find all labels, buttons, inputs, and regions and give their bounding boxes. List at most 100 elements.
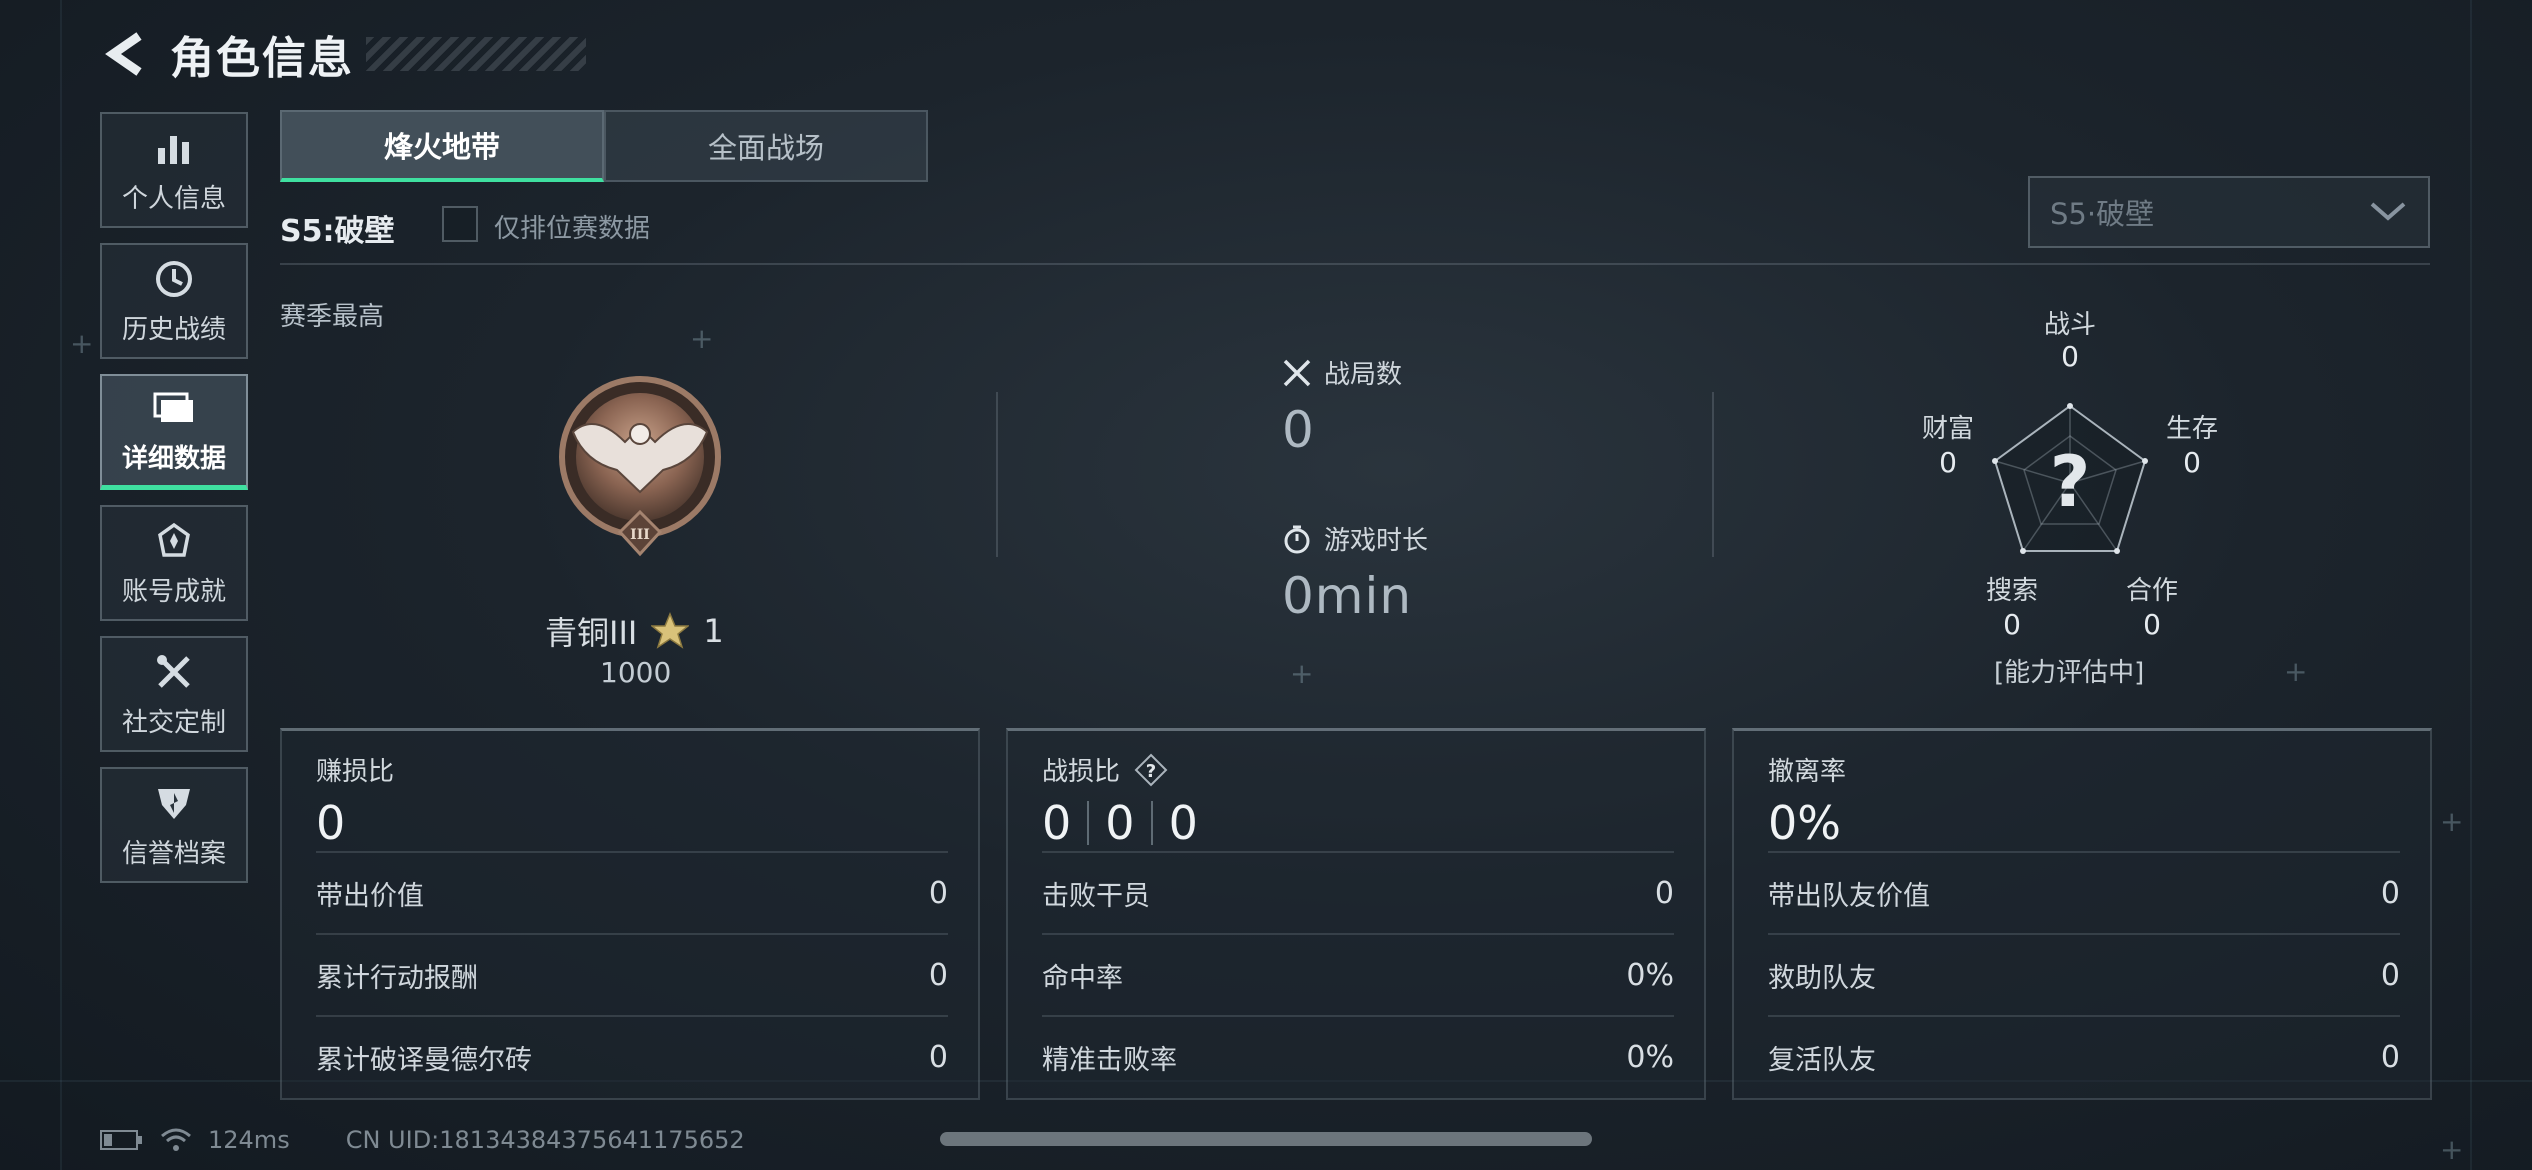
- panel-title: 赚损比: [316, 757, 395, 787]
- stat-row-label: 累计行动报酬: [316, 962, 478, 994]
- rank-stars: 1: [703, 612, 724, 650]
- mode-tabs: 烽火地带 全面战场: [280, 110, 928, 182]
- sidebar-item-history[interactable]: 历史战绩: [100, 243, 248, 359]
- panel-value: 0: [316, 796, 346, 850]
- divider: [1712, 392, 1714, 557]
- panel-value: 0%: [1768, 796, 1841, 850]
- chevron-down-icon: [2370, 202, 2406, 221]
- radar-value-survival: 0: [2183, 446, 2201, 479]
- svg-text:?: ?: [1146, 761, 1156, 782]
- bg-line: [2470, 0, 2472, 1170]
- wifi-icon: [161, 1128, 191, 1151]
- playtime-stat: 游戏时长 0min: [1282, 520, 1428, 625]
- season-best-title: 赛季最高: [280, 302, 385, 332]
- stat-row: 精准击败率 0%: [1042, 1015, 1674, 1097]
- header: 角色信息: [100, 22, 586, 86]
- status-bar: 124ms CN UID:18134384375641175652: [100, 1120, 745, 1160]
- sidebar-item-label: 详细数据: [121, 444, 226, 474]
- sidebar-item-label: 个人信息: [121, 183, 226, 214]
- kd-value-3: 0: [1168, 796, 1198, 850]
- stat-row-value: 0: [2380, 1039, 2400, 1075]
- page-title: 角色信息: [170, 33, 354, 84]
- separator: [1087, 801, 1090, 845]
- back-button[interactable]: [100, 24, 150, 84]
- clock-icon: [152, 257, 196, 301]
- season-select[interactable]: S5·破壁: [2028, 176, 2430, 248]
- divider: [996, 392, 998, 557]
- separator: [1150, 801, 1153, 845]
- kd-value-1: 0: [1042, 796, 1072, 850]
- decor-plus: +: [70, 327, 94, 360]
- bar-chart-icon: [152, 126, 196, 170]
- decor-plus: +: [690, 322, 714, 355]
- stat-row-value: 0: [2380, 957, 2400, 993]
- stat-row-value: 0%: [1626, 1039, 1674, 1075]
- radar-label-combat: 战斗: [2043, 310, 2096, 340]
- star-icon: [651, 612, 690, 649]
- radar-label-survival: 生存: [2165, 414, 2218, 444]
- sidebar-item-label: 账号成就: [121, 576, 226, 607]
- battery-icon: [100, 1130, 142, 1150]
- sidebar-item-detailed-data[interactable]: 详细数据: [100, 374, 248, 490]
- sidebar-item-social[interactable]: 社交定制: [100, 636, 248, 752]
- rank-name: 青铜III: [545, 614, 638, 652]
- panel-title: 撤离率: [1768, 757, 1847, 787]
- ability-radar: ? 战斗 0 生存 0 合作 0 搜索 0 财富 0: [1900, 296, 2260, 696]
- panel-title: 战损比: [1042, 757, 1121, 787]
- user-uid: CN UID:18134384375641175652: [345, 1126, 745, 1154]
- rank-name-row: 青铜III 1: [545, 608, 724, 654]
- stat-row-label: 救助队友: [1768, 962, 1876, 994]
- ranked-only-checkbox[interactable]: [442, 206, 478, 242]
- stat-row-label: 复活队友: [1768, 1044, 1876, 1076]
- decor-plus: +: [2440, 805, 2464, 838]
- season-select-value: S5·破壁: [2050, 197, 2155, 231]
- rank-badge: III: [555, 372, 725, 562]
- stopwatch-icon: [1284, 525, 1310, 553]
- rank-score: 1000: [600, 656, 672, 689]
- radar-value-teamwork: 0: [2143, 608, 2161, 641]
- stat-row-label: 击败干员: [1042, 880, 1150, 912]
- panel-profit: 赚损比 0 带出价值 0 累计行动报酬 0 累计破译曼德尔砖 0: [280, 728, 980, 1100]
- stat-row-label: 累计破译曼德尔砖: [316, 1044, 532, 1076]
- stat-row-value: 0%: [1626, 957, 1674, 993]
- tab-full-battlefield[interactable]: 全面战场: [604, 110, 928, 182]
- bg-line: [60, 0, 62, 1170]
- kd-value-2: 0: [1105, 796, 1135, 850]
- sidebar-item-personal-info[interactable]: 个人信息: [100, 112, 248, 228]
- badge-icon: [152, 519, 196, 563]
- radar-value-search: 0: [2003, 608, 2021, 641]
- sidebar: 个人信息 历史战绩 详细数据 账号成就 社交定制 信誉档案: [100, 112, 248, 898]
- radar-label-wealth: 财富: [1921, 414, 1974, 444]
- svg-text:III: III: [630, 527, 650, 543]
- home-indicator[interactable]: [940, 1132, 1592, 1146]
- tab-hazard-zone[interactable]: 烽火地带: [280, 110, 604, 182]
- shield-icon: [152, 781, 196, 825]
- stat-row: 累计破译曼德尔砖 0: [316, 1015, 948, 1097]
- title-decoration: [366, 37, 586, 71]
- ping-value: 124ms: [208, 1126, 290, 1154]
- radar-label-search: 搜索: [1985, 576, 2038, 606]
- stat-row-label: 精准击败率: [1042, 1044, 1177, 1076]
- stat-row: 带出队友价值 0: [1768, 851, 2400, 933]
- stat-row: 命中率 0%: [1042, 933, 1674, 1015]
- panel-kd: 战损比 ? 0 0 0 击败干员 0 命中率 0% 精准击败率 0%: [1006, 728, 1706, 1100]
- stat-row-value: 0: [928, 957, 948, 993]
- ranked-only-label: 仅排位赛数据: [494, 214, 651, 244]
- matches-label: 战局数: [1324, 360, 1403, 390]
- decor-plus: +: [2440, 1133, 2464, 1166]
- stat-row: 复活队友 0: [1768, 1015, 2400, 1097]
- matches-value: 0: [1282, 401, 1315, 459]
- folder-icon: [152, 386, 196, 430]
- help-icon[interactable]: ?: [1134, 753, 1168, 787]
- stat-row: 累计行动报酬 0: [316, 933, 948, 1015]
- stat-row: 击败干员 0: [1042, 851, 1674, 933]
- stat-row-label: 带出队友价值: [1768, 880, 1930, 912]
- playtime-label: 游戏时长: [1324, 526, 1429, 556]
- divider: [280, 263, 2430, 265]
- season-label: S5:破壁: [280, 214, 395, 249]
- decor-plus: +: [1290, 657, 1314, 690]
- radar-status: [能力评估中]: [1994, 658, 2145, 688]
- crossed-swords-icon: [1283, 359, 1311, 386]
- sidebar-item-credit[interactable]: 信誉档案: [100, 767, 248, 883]
- sidebar-item-achievements[interactable]: 账号成就: [100, 505, 248, 621]
